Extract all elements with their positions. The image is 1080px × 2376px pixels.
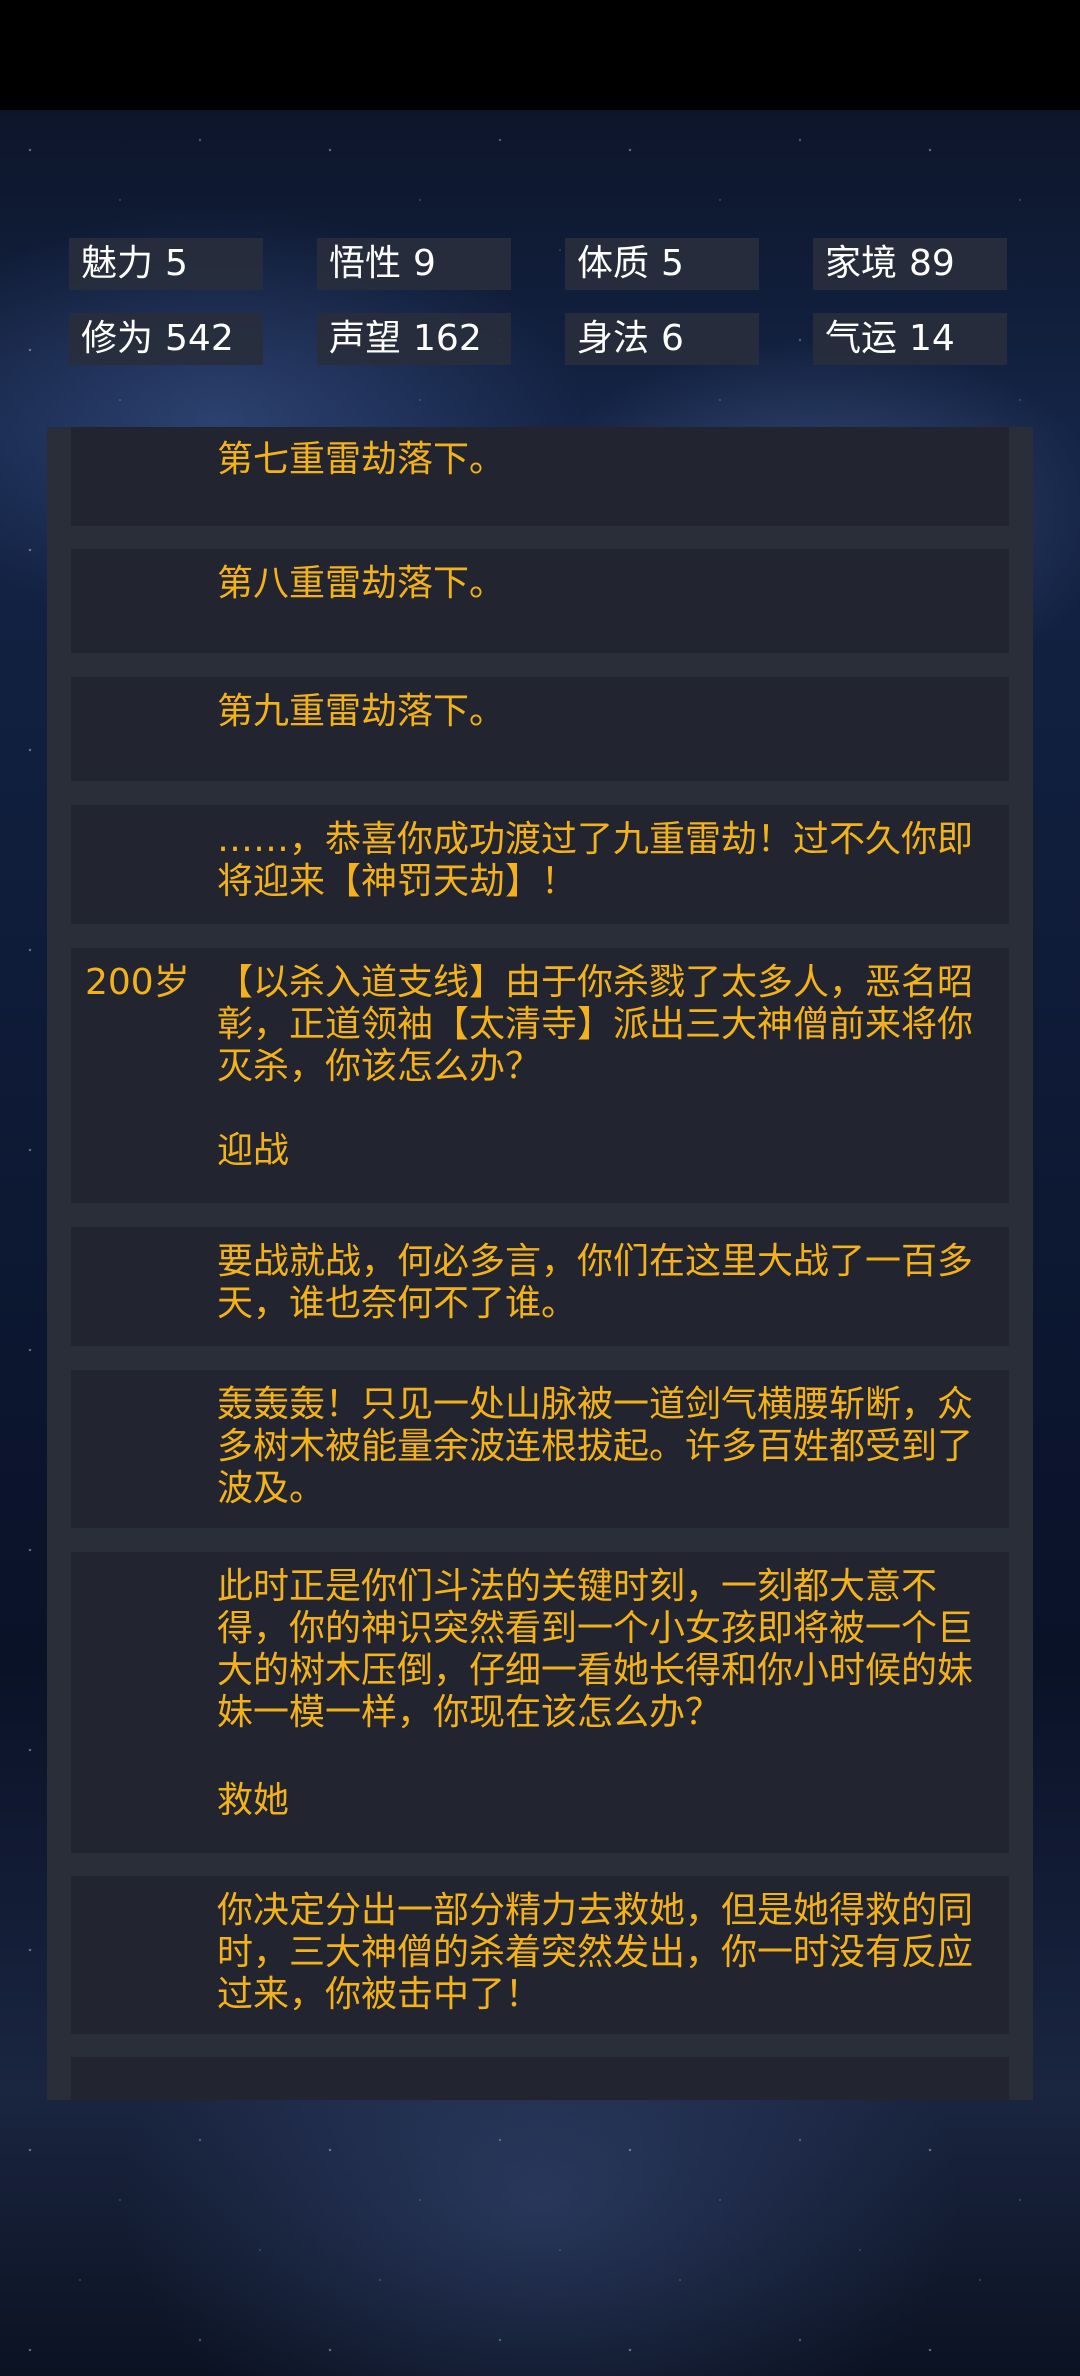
stat-value: 14 (909, 318, 955, 359)
stat-constitution: 体质 5 (565, 238, 759, 290)
stat-label: 体质 (577, 243, 650, 284)
status-bar (0, 0, 1080, 110)
log-entry: ……，恭喜你成功渡过了九重雷劫！过不久你即将迎来【神罚天劫】！ (71, 805, 1009, 924)
stat-family: 家境 89 (813, 238, 1007, 290)
log-entry-text: 第八重雷劫落下。 (217, 563, 506, 604)
log-entry-text: 轰轰轰！只见一处山脉被一道剑气横腰斩断，众多树木被能量余波连根拔起。许多百姓都受… (217, 1384, 974, 1509)
log-entry: 要战就战，何必多言，你们在这里大战了一百多天，谁也奈何不了谁。 (71, 1227, 1009, 1346)
game-screen: 魅力 5 悟性 9 体质 5 家境 89 修为 542 声望 162 身法 6 气运 14 第七… (0, 0, 1080, 2376)
log-entry: 第七重雷劫落下。 (71, 427, 1009, 526)
log-entry: 你决定分出一部分精力去救她，但是她得救的同时，三大神僧的杀着突然发出，你一时没有… (71, 1876, 1009, 2034)
log-entry-text: 【以杀入道支线】由于你杀戮了太多人，恶名昭彰，正道领袖【太清寺】派出三大神僧前来… (217, 962, 974, 1087)
log-entry-text: 第九重雷劫落下。 (217, 691, 506, 732)
stat-charm: 魅力 5 (69, 238, 263, 290)
event-log-panel[interactable]: 第七重雷劫落下。 第八重雷劫落下。 第九重雷劫落下。 ……，恭喜你成功渡过了九重… (47, 427, 1033, 2100)
log-entry: 此时正是你们斗法的关键时刻，一刻都大意不得，你的神识突然看到一个小女孩即将被一个… (71, 1552, 1009, 1853)
stat-value: 89 (909, 243, 955, 284)
stat-value: 162 (413, 318, 482, 359)
stat-label: 气运 (825, 318, 898, 359)
stat-agility: 身法 6 (565, 313, 759, 365)
stat-value: 6 (661, 318, 684, 359)
log-entry-choice: 迎战 (217, 1130, 290, 1171)
stat-label: 声望 (329, 318, 402, 359)
stat-value: 5 (165, 243, 188, 284)
log-entry-age: 200岁 (85, 962, 190, 1003)
stat-label: 家境 (825, 243, 898, 284)
stat-cultivation: 修为 542 (69, 313, 263, 365)
stat-value: 9 (413, 243, 436, 284)
stat-label: 身法 (577, 318, 650, 359)
log-entry-text: 要战就战，何必多言，你们在这里大战了一百多天，谁也奈何不了谁。 (217, 1241, 974, 1324)
log-entry-choice: 救她 (217, 1780, 290, 1821)
log-entry-text: 你决定分出一部分精力去救她，但是她得救的同时，三大神僧的杀着突然发出，你一时没有… (217, 1890, 974, 2015)
stat-label: 修为 (81, 318, 154, 359)
stat-value: 5 (661, 243, 684, 284)
log-entry: 第九重雷劫落下。 (71, 677, 1009, 781)
stat-luck: 气运 14 (813, 313, 1007, 365)
stat-label: 魅力 (81, 243, 154, 284)
stat-value: 542 (165, 318, 234, 359)
log-entry-text: ……，恭喜你成功渡过了九重雷劫！过不久你即将迎来【神罚天劫】！ (217, 819, 974, 902)
log-entry: 轰轰轰！只见一处山脉被一道剑气横腰斩断，众多树木被能量余波连根拔起。许多百姓都受… (71, 1370, 1009, 1528)
stat-reputation: 声望 162 (317, 313, 511, 365)
stat-label: 悟性 (329, 243, 402, 284)
log-entry: 第八重雷劫落下。 (71, 549, 1009, 653)
log-entry (71, 2057, 1009, 2100)
log-entry-text: 此时正是你们斗法的关键时刻，一刻都大意不得，你的神识突然看到一个小女孩即将被一个… (217, 1566, 974, 1733)
log-entry: 200岁 【以杀入道支线】由于你杀戮了太多人，恶名昭彰，正道领袖【太清寺】派出三… (71, 948, 1009, 1203)
stat-comprehension: 悟性 9 (317, 238, 511, 290)
log-entry-text: 第七重雷劫落下。 (217, 439, 506, 480)
